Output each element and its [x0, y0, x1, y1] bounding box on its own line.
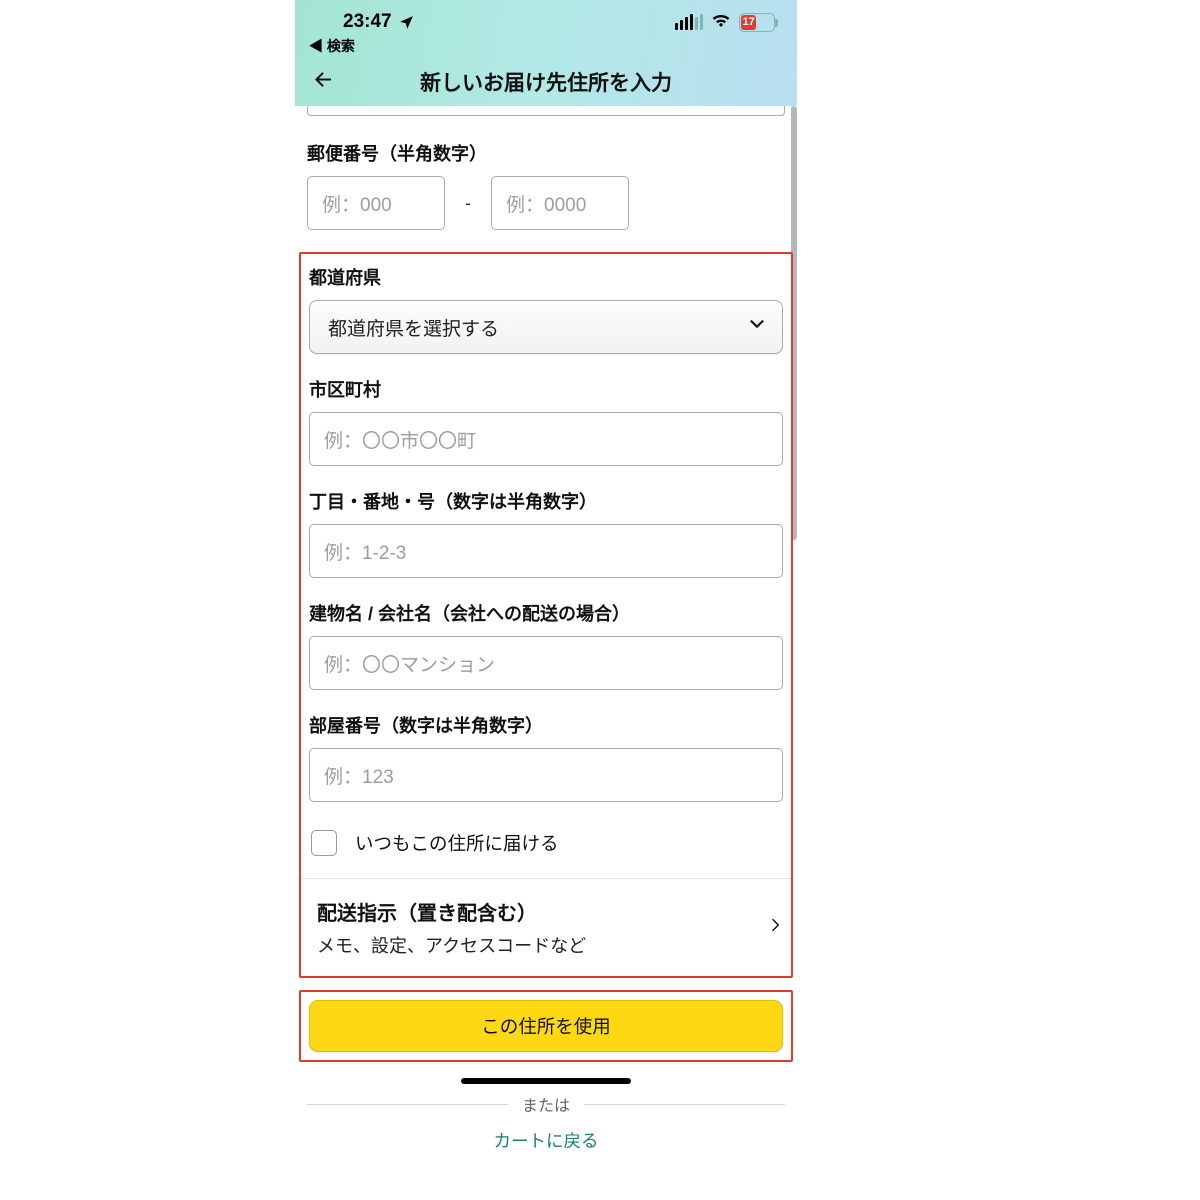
city-label: 市区町村 — [309, 376, 783, 402]
prefecture-group: 都道府県 都道府県を選択する — [309, 264, 783, 354]
postal-placeholder-1: 例：000 — [322, 190, 392, 217]
city-input[interactable]: 例：〇〇市〇〇町 — [309, 412, 783, 466]
default-address-label: いつもこの住所に届ける — [355, 830, 559, 856]
room-placeholder: 例：123 — [324, 762, 394, 789]
delivery-instructions-title: 配送指示（置き配含む） — [317, 897, 586, 926]
prefecture-select[interactable]: 都道府県を選択する — [309, 300, 783, 354]
back-to-cart-link[interactable]: カートに戻る — [307, 1128, 785, 1153]
room-input[interactable]: 例：123 — [309, 748, 783, 802]
or-divider: または — [307, 1092, 785, 1116]
prefecture-label: 都道府県 — [309, 264, 783, 290]
street-placeholder: 例：1-2-3 — [324, 538, 406, 565]
default-address-checkbox[interactable] — [311, 830, 337, 856]
room-label: 部屋番号（数字は半角数字） — [309, 712, 783, 738]
room-group: 部屋番号（数字は半角数字） 例：123 — [309, 712, 783, 802]
use-address-highlight: この住所を使用 — [299, 990, 793, 1062]
postal-placeholder-2: 例：0000 — [506, 190, 586, 217]
location-arrow-icon — [398, 14, 415, 31]
battery-level: 17 — [741, 15, 756, 30]
building-input[interactable]: 例：〇〇マンション — [309, 636, 783, 690]
status-time: 23:47 — [343, 11, 392, 33]
delivery-instructions-row[interactable]: 配送指示（置き配含む） メモ、設定、アクセスコードなど — [301, 878, 791, 976]
building-placeholder: 例：〇〇マンション — [324, 650, 495, 677]
form-content: 郵便番号（半角数字） 例：000 - 例：0000 都道府県 都道府県を選択する — [295, 106, 797, 1153]
use-address-button[interactable]: この住所を使用 — [309, 1000, 783, 1052]
chevron-right-icon — [767, 912, 783, 943]
city-group: 市区町村 例：〇〇市〇〇町 — [309, 376, 783, 466]
or-text: または — [522, 1092, 570, 1116]
wifi-icon — [711, 11, 731, 33]
cellular-signal-icon — [675, 14, 703, 30]
city-placeholder: 例：〇〇市〇〇町 — [324, 426, 476, 453]
street-group: 丁目・番地・号（数字は半角数字） 例：1-2-3 — [309, 488, 783, 578]
home-indicator[interactable] — [461, 1078, 631, 1084]
street-label: 丁目・番地・号（数字は半角数字） — [309, 488, 783, 514]
postal-label: 郵便番号（半角数字） — [307, 140, 785, 166]
postal-dash: - — [465, 193, 471, 214]
prefecture-select-text: 都道府県を選択する — [328, 314, 499, 341]
street-input[interactable]: 例：1-2-3 — [309, 524, 783, 578]
building-label: 建物名 / 会社名（会社への配送の場合） — [309, 600, 783, 626]
back-arrow-icon[interactable] — [311, 68, 335, 97]
postal-input-2[interactable]: 例：0000 — [491, 176, 629, 230]
postal-group: 郵便番号（半角数字） 例：000 - 例：0000 — [307, 140, 785, 230]
address-details-highlight: 都道府県 都道府県を選択する 市区町村 例：〇〇市〇〇町 丁目・番 — [299, 252, 793, 978]
building-group: 建物名 / 会社名（会社への配送の場合） 例：〇〇マンション — [309, 600, 783, 690]
header: 23:47 — [295, 0, 797, 106]
battery-icon: 17 — [739, 13, 775, 32]
app-bar: 新しいお届け先住所を入力 — [295, 60, 797, 104]
phone-frame: 23:47 — [295, 0, 797, 1200]
delivery-instructions-subtitle: メモ、設定、アクセスコードなど — [317, 932, 586, 958]
chevron-down-icon — [746, 313, 768, 341]
default-address-row[interactable]: いつもこの住所に届ける — [309, 824, 783, 878]
status-bar: 23:47 — [295, 8, 797, 36]
page-title: 新しいお届け先住所を入力 — [420, 67, 672, 97]
use-address-button-label: この住所を使用 — [481, 1013, 611, 1039]
back-to-search[interactable]: ◀ 検索 — [309, 36, 355, 56]
postal-input-1[interactable]: 例：000 — [307, 176, 445, 230]
previous-input-cutoff[interactable] — [307, 106, 785, 116]
